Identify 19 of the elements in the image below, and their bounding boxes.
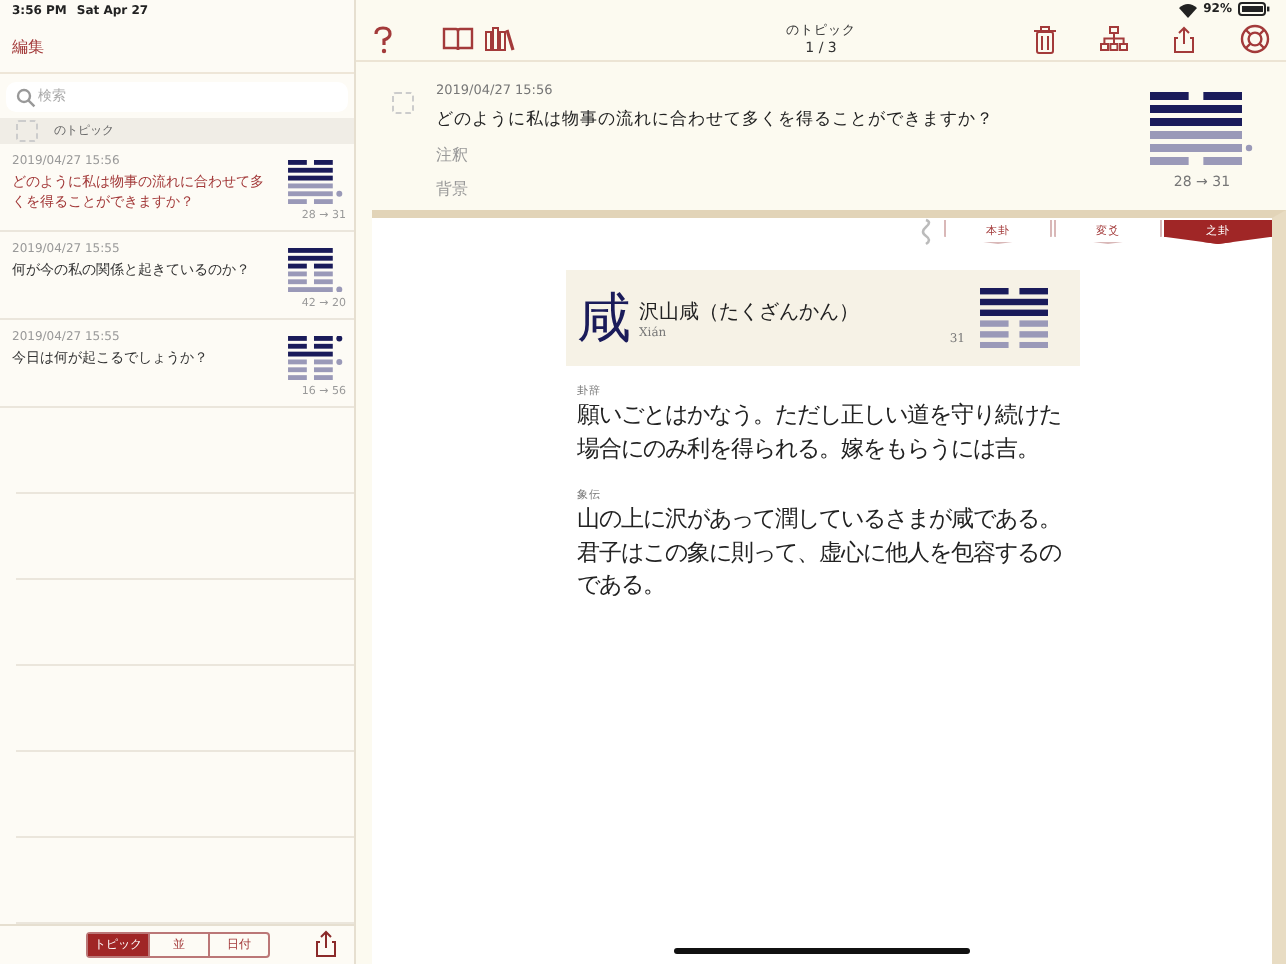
book-icon[interactable]: [442, 26, 474, 52]
lifebuoy-icon[interactable]: [1240, 24, 1270, 54]
help-icon[interactable]: [372, 25, 396, 53]
hexagram-character: 咸: [577, 286, 631, 354]
books-icon[interactable]: [484, 26, 516, 52]
hierarchy-icon[interactable]: [1100, 26, 1128, 52]
wifi-icon[interactable]: [1177, 1, 1198, 17]
section-text: 山の上に沢があって潤しているさまが咸である。君子はこの象に則って、虚心に他人を包容するのである。: [577, 502, 1063, 601]
hexagram-name: 沢山咸（たくざんかん）: [639, 299, 861, 325]
checkbox[interactable]: [16, 119, 38, 142]
edit-button[interactable]: 編集: [12, 36, 44, 59]
share-icon[interactable]: [1172, 25, 1196, 53]
share-icon[interactable]: [314, 930, 338, 959]
question-text: どのように私は物事の流れに合わせて多くを得ることができますか？: [436, 108, 996, 132]
trash-icon[interactable]: [1034, 25, 1056, 53]
battery-icon[interactable]: [1238, 2, 1270, 16]
section-text: 願いごとはかなう。ただし正しい道を守り続けた場合にのみ利を得られる。嫁をもらうには吉。: [577, 398, 1063, 464]
checkbox[interactable]: [392, 92, 414, 114]
search-icon[interactable]: [16, 87, 36, 108]
